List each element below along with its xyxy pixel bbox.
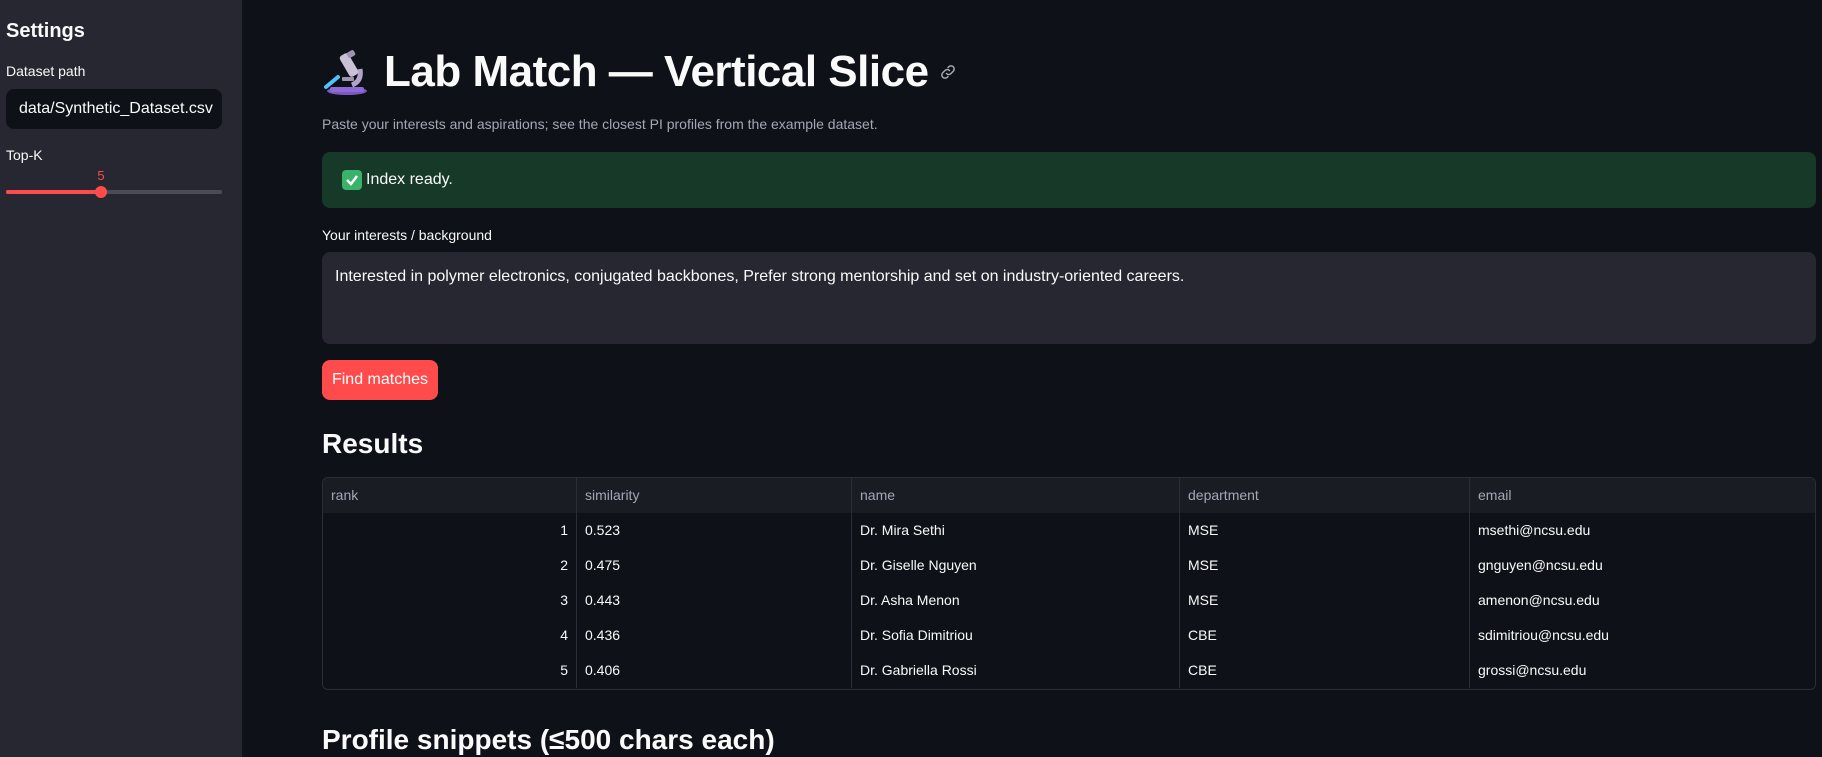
interests-textarea[interactable]: Interested in polymer electronics, conju… <box>322 252 1816 344</box>
topk-label: Top-K <box>6 147 43 163</box>
cell-rank: 4 <box>323 618 577 653</box>
cell-name: Dr. Asha Menon <box>852 583 1180 618</box>
cell-email: gnguyen@ncsu.edu <box>1470 548 1815 583</box>
table-row: 1 0.523 Dr. Mira Sethi MSE msethi@ncsu.e… <box>323 513 1815 548</box>
alert-text: Index ready. <box>366 171 453 188</box>
cell-email: amenon@ncsu.edu <box>1470 583 1815 618</box>
cell-rank: 5 <box>323 653 577 688</box>
cell-email: sdimitriou@ncsu.edu <box>1470 618 1815 653</box>
cell-rank: 1 <box>323 513 577 548</box>
cell-department: CBE <box>1180 618 1470 653</box>
table-row: 3 0.443 Dr. Asha Menon MSE amenon@ncsu.e… <box>323 583 1815 618</box>
dataset-path-label: Dataset path <box>6 63 86 79</box>
cell-email: grossi@ncsu.edu <box>1470 653 1815 688</box>
topk-slider-value: 5 <box>97 168 105 183</box>
column-header-name[interactable]: name <box>852 478 1180 513</box>
dataset-path-input[interactable]: data/Synthetic_Dataset.csv <box>6 89 222 129</box>
sidebar-title: Settings <box>6 20 85 42</box>
cell-similarity: 0.523 <box>577 513 852 548</box>
cell-rank: 3 <box>323 583 577 618</box>
page-title: Lab Match — Vertical Slice <box>384 47 929 96</box>
microscope-icon <box>324 50 367 95</box>
cell-similarity: 0.443 <box>577 583 852 618</box>
column-header-email[interactable]: email <box>1470 478 1815 513</box>
cell-email: msethi@ncsu.edu <box>1470 513 1815 548</box>
title-row: Lab Match — Vertical Slice <box>322 44 957 100</box>
table-header-row: rank similarity name department email <box>323 478 1815 513</box>
page-caption: Paste your interests and aspirations; se… <box>322 116 878 132</box>
cell-name: Dr. Giselle Nguyen <box>852 548 1180 583</box>
topk-slider-track[interactable] <box>6 190 222 194</box>
cell-department: MSE <box>1180 583 1470 618</box>
link-icon[interactable] <box>939 63 957 81</box>
check-icon <box>342 170 362 190</box>
cell-department: CBE <box>1180 653 1470 688</box>
cell-similarity: 0.406 <box>577 653 852 688</box>
cell-rank: 2 <box>323 548 577 583</box>
snippets-heading: Profile snippets (≤500 chars each) <box>322 724 775 755</box>
cell-name: Dr. Mira Sethi <box>852 513 1180 548</box>
app: Settings Dataset path data/Synthetic_Dat… <box>0 0 1822 757</box>
table-row: 5 0.406 Dr. Gabriella Rossi CBE grossi@n… <box>323 653 1815 688</box>
find-matches-button[interactable]: Find matches <box>322 360 438 400</box>
cell-similarity: 0.475 <box>577 548 852 583</box>
table-row: 2 0.475 Dr. Giselle Nguyen MSE gnguyen@n… <box>323 548 1815 583</box>
cell-department: MSE <box>1180 548 1470 583</box>
topk-slider-thumb[interactable] <box>95 186 108 198</box>
interests-label: Your interests / background <box>322 227 492 243</box>
cell-name: Dr. Gabriella Rossi <box>852 653 1180 688</box>
success-alert: Index ready. <box>322 152 1816 208</box>
results-heading: Results <box>322 428 424 459</box>
column-header-department[interactable]: department <box>1180 478 1470 513</box>
column-header-rank[interactable]: rank <box>323 478 577 513</box>
column-header-similarity[interactable]: similarity <box>577 478 852 513</box>
cell-name: Dr. Sofia Dimitriou <box>852 618 1180 653</box>
table-row: 4 0.436 Dr. Sofia Dimitriou CBE sdimitri… <box>323 618 1815 653</box>
topk-slider-fill <box>6 190 102 194</box>
cell-department: MSE <box>1180 513 1470 548</box>
sidebar: Settings Dataset path data/Synthetic_Dat… <box>0 0 242 757</box>
cell-similarity: 0.436 <box>577 618 852 653</box>
results-table[interactable]: rank similarity name department email 1 … <box>322 477 1816 690</box>
